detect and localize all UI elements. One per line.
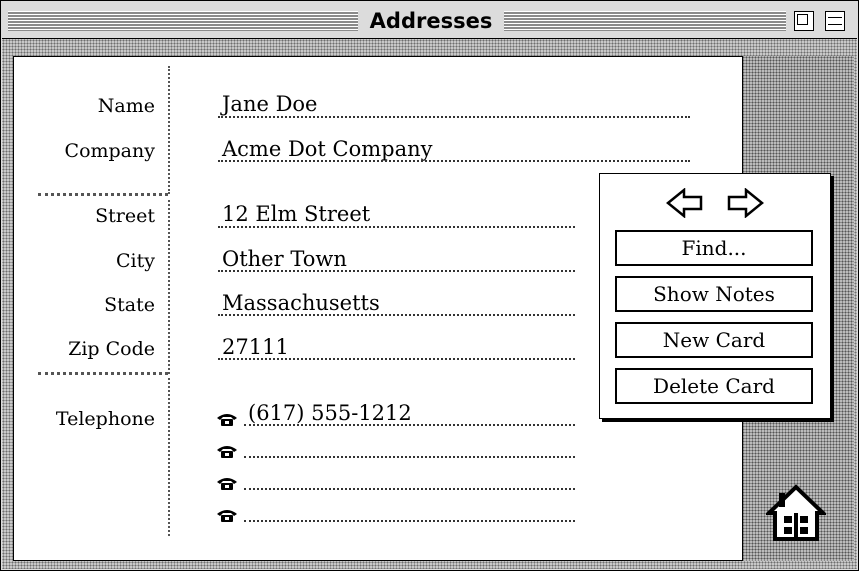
city-label: City bbox=[116, 250, 155, 272]
telephone-icon bbox=[217, 414, 237, 426]
section-divider bbox=[38, 372, 168, 375]
name-field[interactable]: Jane Doe bbox=[222, 92, 317, 116]
zip-label: Zip Code bbox=[68, 338, 155, 360]
telephone-icon bbox=[217, 478, 237, 490]
telephone-field-1[interactable]: (617) 555-1212 bbox=[248, 401, 412, 425]
city-field[interactable]: Other Town bbox=[222, 247, 347, 271]
telephone-field-line bbox=[244, 456, 575, 458]
street-label: Street bbox=[95, 205, 155, 227]
telephone-field-line bbox=[244, 488, 575, 490]
city-field-line bbox=[218, 270, 575, 272]
name-label: Name bbox=[97, 95, 155, 117]
telephone-label: Telephone bbox=[55, 408, 155, 430]
label-divider bbox=[168, 66, 170, 194]
street-field-line bbox=[218, 226, 575, 228]
window-title: Addresses bbox=[360, 7, 502, 35]
telephone-field-line bbox=[244, 424, 575, 426]
show-notes-button[interactable]: Show Notes bbox=[615, 276, 813, 312]
state-field[interactable]: Massachusetts bbox=[222, 291, 380, 315]
telephone-field-line bbox=[244, 520, 575, 522]
company-label: Company bbox=[64, 140, 155, 162]
delete-card-button[interactable]: Delete Card bbox=[615, 368, 813, 404]
zip-field[interactable]: 27111 bbox=[222, 335, 289, 359]
right-arrow-icon[interactable] bbox=[726, 188, 764, 218]
collapse-box-icon[interactable] bbox=[825, 11, 845, 31]
label-divider bbox=[168, 378, 170, 536]
telephone-icon bbox=[217, 446, 237, 458]
street-field[interactable]: 12 Elm Street bbox=[222, 202, 370, 226]
state-field-line bbox=[218, 314, 575, 316]
new-card-button[interactable]: New Card bbox=[615, 322, 813, 358]
telephone-icon bbox=[217, 510, 237, 522]
title-bar[interactable]: Addresses bbox=[2, 2, 857, 39]
company-field-line bbox=[218, 160, 690, 162]
left-arrow-icon[interactable] bbox=[666, 188, 704, 218]
zip-field-line bbox=[218, 358, 575, 360]
title-bar-stripes-right bbox=[504, 11, 786, 31]
label-divider bbox=[168, 200, 170, 374]
company-field[interactable]: Acme Dot Company bbox=[222, 137, 433, 161]
title-bar-stripes-left bbox=[8, 11, 358, 31]
find-button[interactable]: Find... bbox=[615, 230, 813, 266]
zoom-box-icon[interactable] bbox=[794, 11, 814, 31]
state-label: State bbox=[104, 294, 155, 316]
navigation-palette: Find... Show Notes New Card Delete Card bbox=[599, 173, 831, 419]
section-divider bbox=[38, 193, 168, 196]
home-icon[interactable] bbox=[766, 483, 826, 541]
name-field-line bbox=[218, 116, 690, 118]
